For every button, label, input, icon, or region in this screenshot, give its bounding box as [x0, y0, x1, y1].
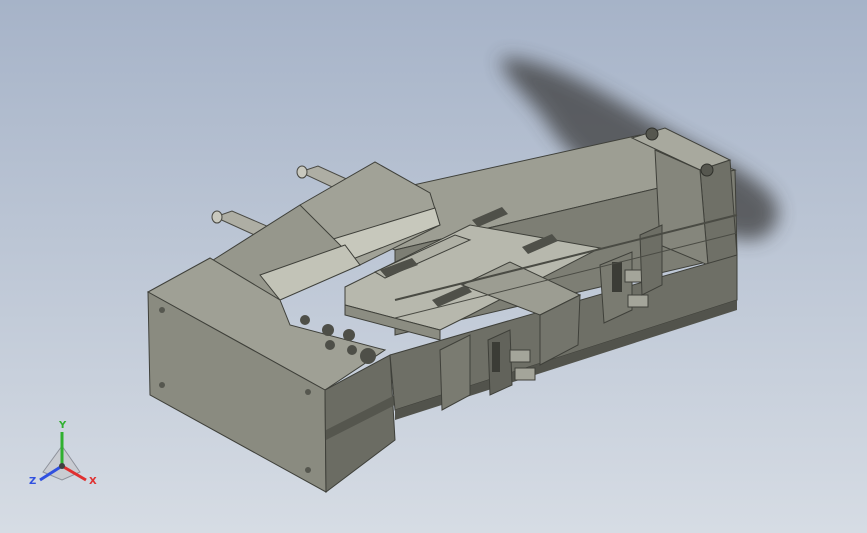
triad-x-label: X [89, 476, 97, 487]
triad-y-label: Y [59, 420, 67, 431]
cad-viewport[interactable]: Y X Z [0, 0, 867, 533]
viewport-canvas[interactable] [0, 0, 867, 533]
triad-z-label: Z [29, 476, 37, 487]
